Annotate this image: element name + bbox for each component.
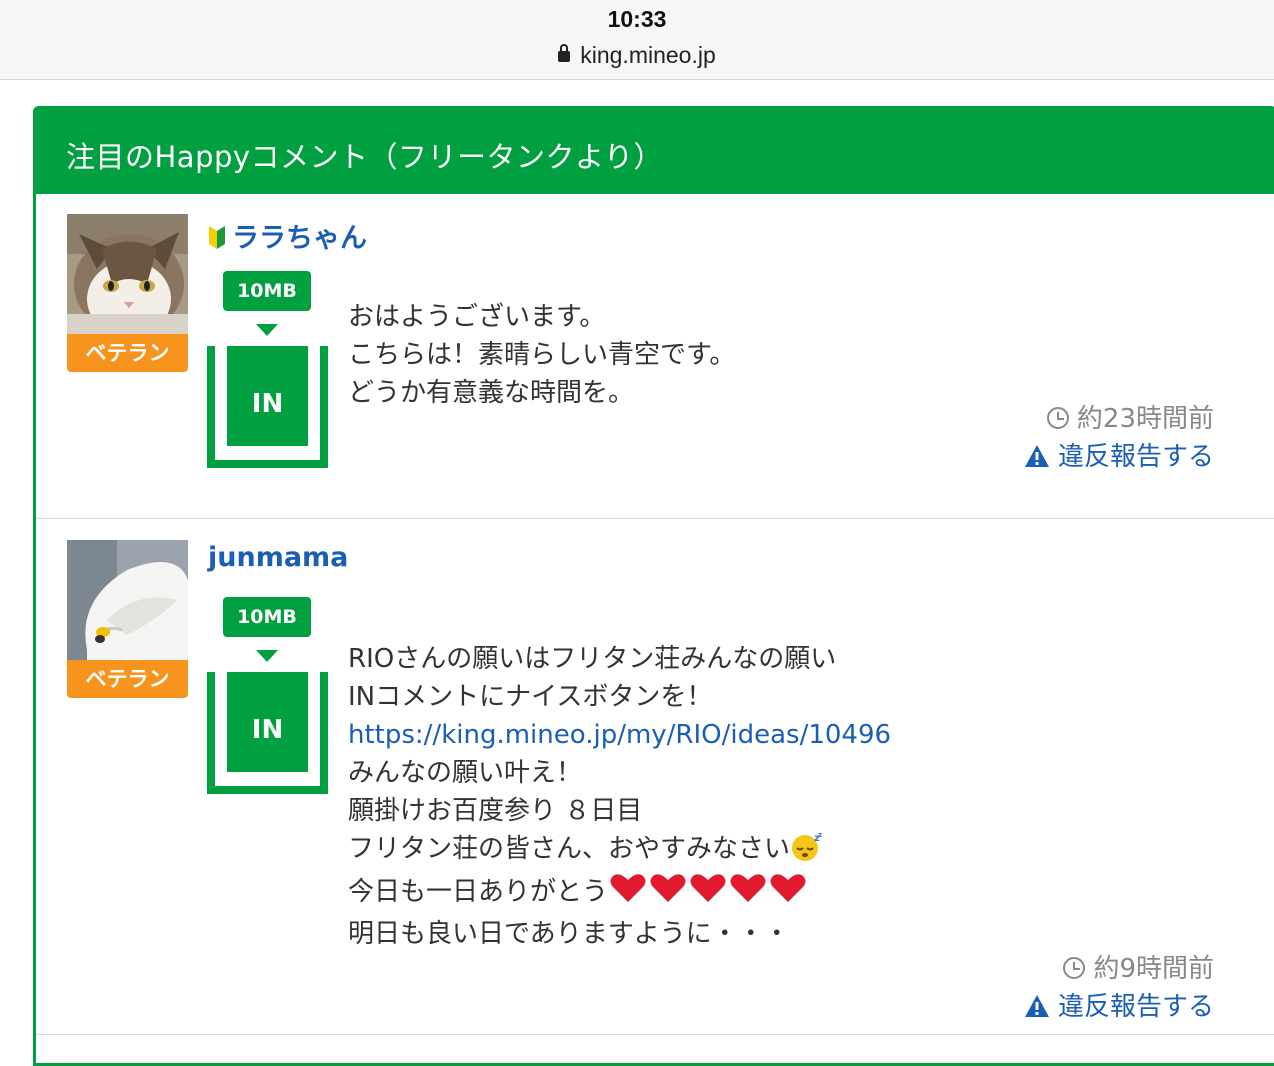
clock-icon	[1046, 407, 1069, 429]
comment-line-text: 今日も一日ありがとう	[348, 877, 609, 907]
username-text: junmama	[208, 542, 349, 573]
timestamp-text: 約9時間前	[1093, 954, 1214, 984]
comment-line: 明日も良い日でありますように・・・	[348, 919, 790, 949]
heart-icon	[688, 872, 728, 915]
url-text: king.mineo.jp	[580, 42, 716, 68]
svg-text:z: z	[818, 831, 822, 839]
avatar-photo-cat	[67, 214, 188, 335]
beginner-mark-icon	[208, 224, 226, 257]
comment-meta: 約23時間前 違反報告する	[1024, 400, 1214, 479]
comment-line: こちらは！素晴らしい青空です。	[348, 340, 736, 370]
username-link[interactable]: junmama	[208, 542, 348, 573]
username-text: ララちゃん	[232, 223, 367, 254]
sleeping-face-icon: zz	[790, 831, 824, 872]
address-bar[interactable]: king.mineo.jp	[0, 42, 1274, 69]
direction-label: IN	[227, 346, 308, 446]
comment-body: RIOさんの願いはフリタン荘みんなの願い INコメントにナイスボタンを！ htt…	[348, 640, 891, 953]
timestamp-text: 約23時間前	[1076, 404, 1214, 434]
timestamp: 約9時間前	[1024, 950, 1214, 988]
bucket-icon: IN	[207, 672, 328, 794]
clock-time: 10:33	[607, 6, 667, 32]
report-text: 違反報告する	[1057, 992, 1214, 1022]
comment-item: ベテラン junmama 10MB IN RIOさんの願いはフリタン荘みんなの願…	[36, 520, 1274, 1035]
comment-line: おはようございます。	[348, 302, 606, 332]
lock-icon	[558, 44, 571, 62]
comment-line-text: フリタン荘の皆さん、おやすみなさい	[348, 834, 791, 864]
comment-item: ベテラン ララちゃん 10MB IN おはようございます。 こちらは！素晴らしい…	[36, 194, 1274, 519]
heart-icon	[608, 872, 648, 915]
bucket-icon: IN	[207, 346, 328, 468]
tank-in-indicator: 10MB IN	[207, 271, 328, 471]
comment-line: RIOさんの願いはフリタン荘みんなの願い	[348, 644, 837, 674]
comment-line: 今日も一日ありがとう	[348, 872, 891, 915]
arrow-down-icon	[256, 324, 278, 336]
avatar[interactable]: ベテラン	[67, 540, 188, 698]
warning-icon	[1024, 991, 1050, 1029]
username-link[interactable]: ララちゃん	[208, 216, 367, 257]
avatar[interactable]: ベテラン	[67, 214, 188, 372]
avatar-photo-bird	[67, 540, 188, 661]
warning-icon	[1024, 441, 1050, 479]
comment-line: みんなの願い叶え！	[348, 758, 583, 788]
comment-line: INコメントにナイスボタンを！	[348, 682, 713, 712]
comment-line: どうか有意義な時間を。	[348, 378, 635, 408]
amount-pill: 10MB	[223, 597, 311, 637]
direction-label: IN	[227, 672, 308, 772]
timestamp: 約23時間前	[1024, 400, 1214, 438]
report-link[interactable]: 違反報告する	[1024, 988, 1214, 1029]
tank-in-indicator: 10MB IN	[207, 597, 328, 797]
comment-line: 願掛けお百度参り ８日目	[348, 796, 643, 826]
browser-status-bar: 10:33 king.mineo.jp	[0, 0, 1274, 80]
comment-line: フリタン荘の皆さん、おやすみなさい z z	[348, 830, 891, 872]
report-link[interactable]: 違反報告する	[1024, 438, 1214, 479]
comment-url-link[interactable]: https://king.mineo.jp/my/RIO/ideas/10496	[348, 716, 891, 754]
comment-body: おはようございます。 こちらは！素晴らしい青空です。 どうか有意義な時間を。	[348, 298, 735, 412]
comment-meta: 約9時間前 違反報告する	[1024, 950, 1214, 1029]
arrow-down-icon	[256, 650, 278, 662]
clock-icon	[1063, 957, 1086, 979]
report-text: 違反報告する	[1057, 442, 1214, 472]
veteran-badge: ベテラン	[67, 660, 188, 698]
happy-comments-panel: 注目のHappyコメント（フリータンクより） ベテラン ララちゃん 10MB I…	[33, 106, 1274, 1066]
amount-pill: 10MB	[223, 271, 311, 311]
panel-title: 注目のHappyコメント（フリータンクより）	[33, 106, 1274, 194]
heart-icon	[768, 872, 808, 915]
veteran-badge: ベテラン	[67, 334, 188, 372]
heart-icon	[648, 872, 688, 915]
heart-icon	[728, 872, 768, 915]
